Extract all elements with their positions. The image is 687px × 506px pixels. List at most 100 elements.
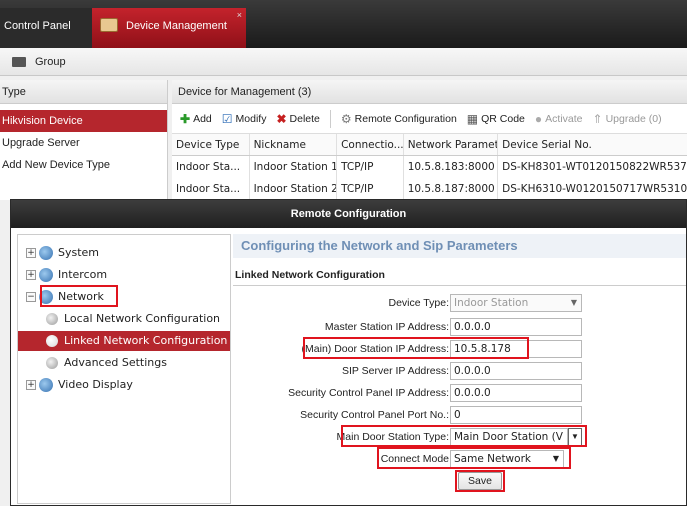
field-row-security-port: Security Control Panel Port No.: 0: [233, 406, 686, 426]
toolbar-divider: [329, 109, 331, 128]
settings-globe-icon: [39, 246, 53, 260]
settings-globe-icon: [39, 378, 53, 392]
upgrade-icon: ⇑: [592, 111, 603, 126]
field-row-main-door-type: Main Door Station Type: Main Door Statio…: [233, 428, 686, 448]
tab-control-panel-label: Control Panel: [4, 20, 71, 32]
top-tab-bar: Control Panel Device Management ×: [0, 0, 687, 48]
security-port-field[interactable]: 0: [450, 406, 582, 424]
activate-button[interactable]: ● Activate: [535, 113, 583, 125]
tree-item-video-display[interactable]: + Video Display: [26, 375, 133, 395]
table-cell: Indoor Sta...: [172, 156, 250, 178]
save-button[interactable]: Save: [458, 472, 502, 490]
device-type-item-upgrade-server[interactable]: Upgrade Server: [0, 132, 167, 154]
chevron-down-icon: ▼: [552, 454, 559, 463]
field-row-main-door-ip: (Main) Door Station IP Address: 10.5.8.1…: [233, 340, 686, 360]
column-header-connection[interactable]: Connectio...: [337, 134, 404, 155]
main-door-type-select[interactable]: Main Door Station (V S...: [450, 428, 568, 446]
qr-code-button[interactable]: ▦ QR Code: [467, 113, 525, 125]
modify-label: Modify: [235, 112, 267, 125]
tree-item-intercom[interactable]: + Intercom: [26, 265, 107, 285]
settings-globe-icon: [39, 290, 53, 304]
edit-icon: ☑: [221, 111, 233, 126]
group-button[interactable]: Group: [35, 56, 66, 68]
chevron-down-icon[interactable]: ▼: [568, 428, 582, 446]
modify-button[interactable]: ☑ Modify: [222, 113, 267, 125]
main-door-type-label: Main Door Station Type:: [336, 431, 449, 443]
qr-code-label: QR Code: [481, 112, 525, 125]
tree-item-label: Local Network Configuration: [64, 312, 221, 325]
main-door-ip-label: (Main) Door Station IP Address:: [301, 343, 449, 355]
device-type-item-add-new[interactable]: Add New Device Type: [0, 154, 167, 176]
field-row-connect-mode: Connect Mode Same Network ▼: [233, 450, 686, 470]
table-cell: Indoor Station 2: [250, 178, 338, 200]
settings-globe-icon: [39, 268, 53, 282]
field-row-save: Save: [233, 472, 686, 492]
device-list-header: Device for Management (3): [172, 80, 687, 104]
tree-item-label: Intercom: [58, 268, 108, 281]
add-button[interactable]: ✚ Add: [180, 113, 212, 125]
sip-ip-label: SIP Server IP Address:: [342, 365, 449, 377]
tab-control-panel[interactable]: Control Panel: [0, 8, 92, 48]
master-ip-field[interactable]: 0.0.0.0: [450, 318, 582, 336]
field-row-device-type: Device Type: Indoor Station ▼: [233, 294, 686, 314]
tree-item-label: System: [58, 246, 100, 259]
gear-icon: [46, 313, 58, 325]
table-cell: TCP/IP: [337, 178, 404, 200]
column-header-nickname[interactable]: Nickname: [250, 134, 338, 155]
delete-button[interactable]: ✖ Delete: [276, 113, 319, 125]
column-header-serial-no[interactable]: Device Serial No.: [498, 134, 687, 155]
security-ip-field[interactable]: 0.0.0.0: [450, 384, 582, 402]
folder-icon: [12, 57, 26, 67]
column-header-network-parameters[interactable]: Network Paramet...: [404, 134, 499, 155]
config-tree: + System + Intercom − Network Local Network…: [17, 234, 231, 504]
add-label: Add: [193, 112, 212, 125]
table-cell: DS-KH8301-WT0120150822WR5378277: [502, 161, 687, 173]
master-ip-label: Master Station IP Address:: [324, 321, 449, 333]
tree-item-linked-network-configuration[interactable]: Linked Network Configuration: [18, 331, 230, 351]
table-cell: 10.5.8.183:8000: [404, 156, 499, 178]
subsection-title: Linked Network Configuration: [233, 264, 686, 286]
plus-icon: ✚: [180, 111, 191, 126]
group-bar: Group: [0, 48, 687, 76]
delete-icon: ✖: [276, 111, 287, 126]
device-type-header: Type: [0, 80, 167, 104]
device-type-select[interactable]: Indoor Station ▼: [450, 294, 582, 312]
upgrade-button[interactable]: ⇑ Upgrade (0): [593, 113, 662, 125]
chevron-down-icon: ▼: [570, 298, 577, 307]
connect-mode-select[interactable]: Same Network ▼: [450, 450, 564, 468]
remote-configuration-label: Remote Configuration: [354, 112, 457, 125]
tab-device-management[interactable]: Device Management ×: [92, 8, 246, 48]
config-content-panel: Configuring the Network and Sip Paramete…: [233, 234, 686, 504]
table-cell: DS-KH6310-W0120150717WR5310936: [502, 183, 687, 195]
table-cell: 10.5.8.187:8000: [404, 178, 499, 200]
expand-icon[interactable]: +: [26, 248, 36, 258]
security-ip-label: Security Control Panel IP Address:: [288, 387, 449, 399]
activate-label: Activate: [545, 112, 583, 125]
device-management-icon: [100, 18, 118, 32]
column-header-device-type[interactable]: Device Type: [172, 134, 250, 155]
device-type-item-hikvision[interactable]: Hikvision Device: [0, 110, 167, 132]
tree-item-label: Video Display: [58, 378, 133, 391]
tree-item-network[interactable]: − Network: [26, 287, 104, 307]
section-title: Configuring the Network and Sip Paramete…: [233, 234, 686, 258]
main-door-ip-field[interactable]: 10.5.8.178: [450, 340, 582, 358]
connect-mode-value: Same Network: [454, 453, 531, 465]
collapse-icon[interactable]: −: [26, 292, 36, 302]
tree-item-system[interactable]: + System: [26, 243, 99, 263]
qr-code-icon: ▦: [466, 111, 479, 126]
tab-device-management-label: Device Management: [126, 20, 227, 32]
device-table-header: Device Type Nickname Connectio... Networ…: [172, 134, 687, 156]
remote-configuration-button[interactable]: ⚙ Remote Configuration: [341, 113, 457, 125]
table-row[interactable]: Indoor Sta... Indoor Station 1 TCP/IP 10…: [172, 156, 687, 178]
close-icon[interactable]: ×: [237, 10, 242, 20]
expand-icon[interactable]: +: [26, 270, 36, 280]
tree-item-label: Advanced Settings: [64, 356, 167, 369]
sip-ip-field[interactable]: 0.0.0.0: [450, 362, 582, 380]
tree-item-label: Network: [58, 290, 104, 303]
tree-item-label: Linked Network Configuration: [64, 334, 228, 347]
table-row[interactable]: Indoor Sta... Indoor Station 2 TCP/IP 10…: [172, 178, 687, 200]
tree-item-advanced-settings[interactable]: Advanced Settings: [46, 353, 167, 373]
tree-item-local-network-configuration[interactable]: Local Network Configuration: [46, 309, 220, 329]
field-row-master-ip: Master Station IP Address: 0.0.0.0: [233, 318, 686, 338]
expand-icon[interactable]: +: [26, 380, 36, 390]
